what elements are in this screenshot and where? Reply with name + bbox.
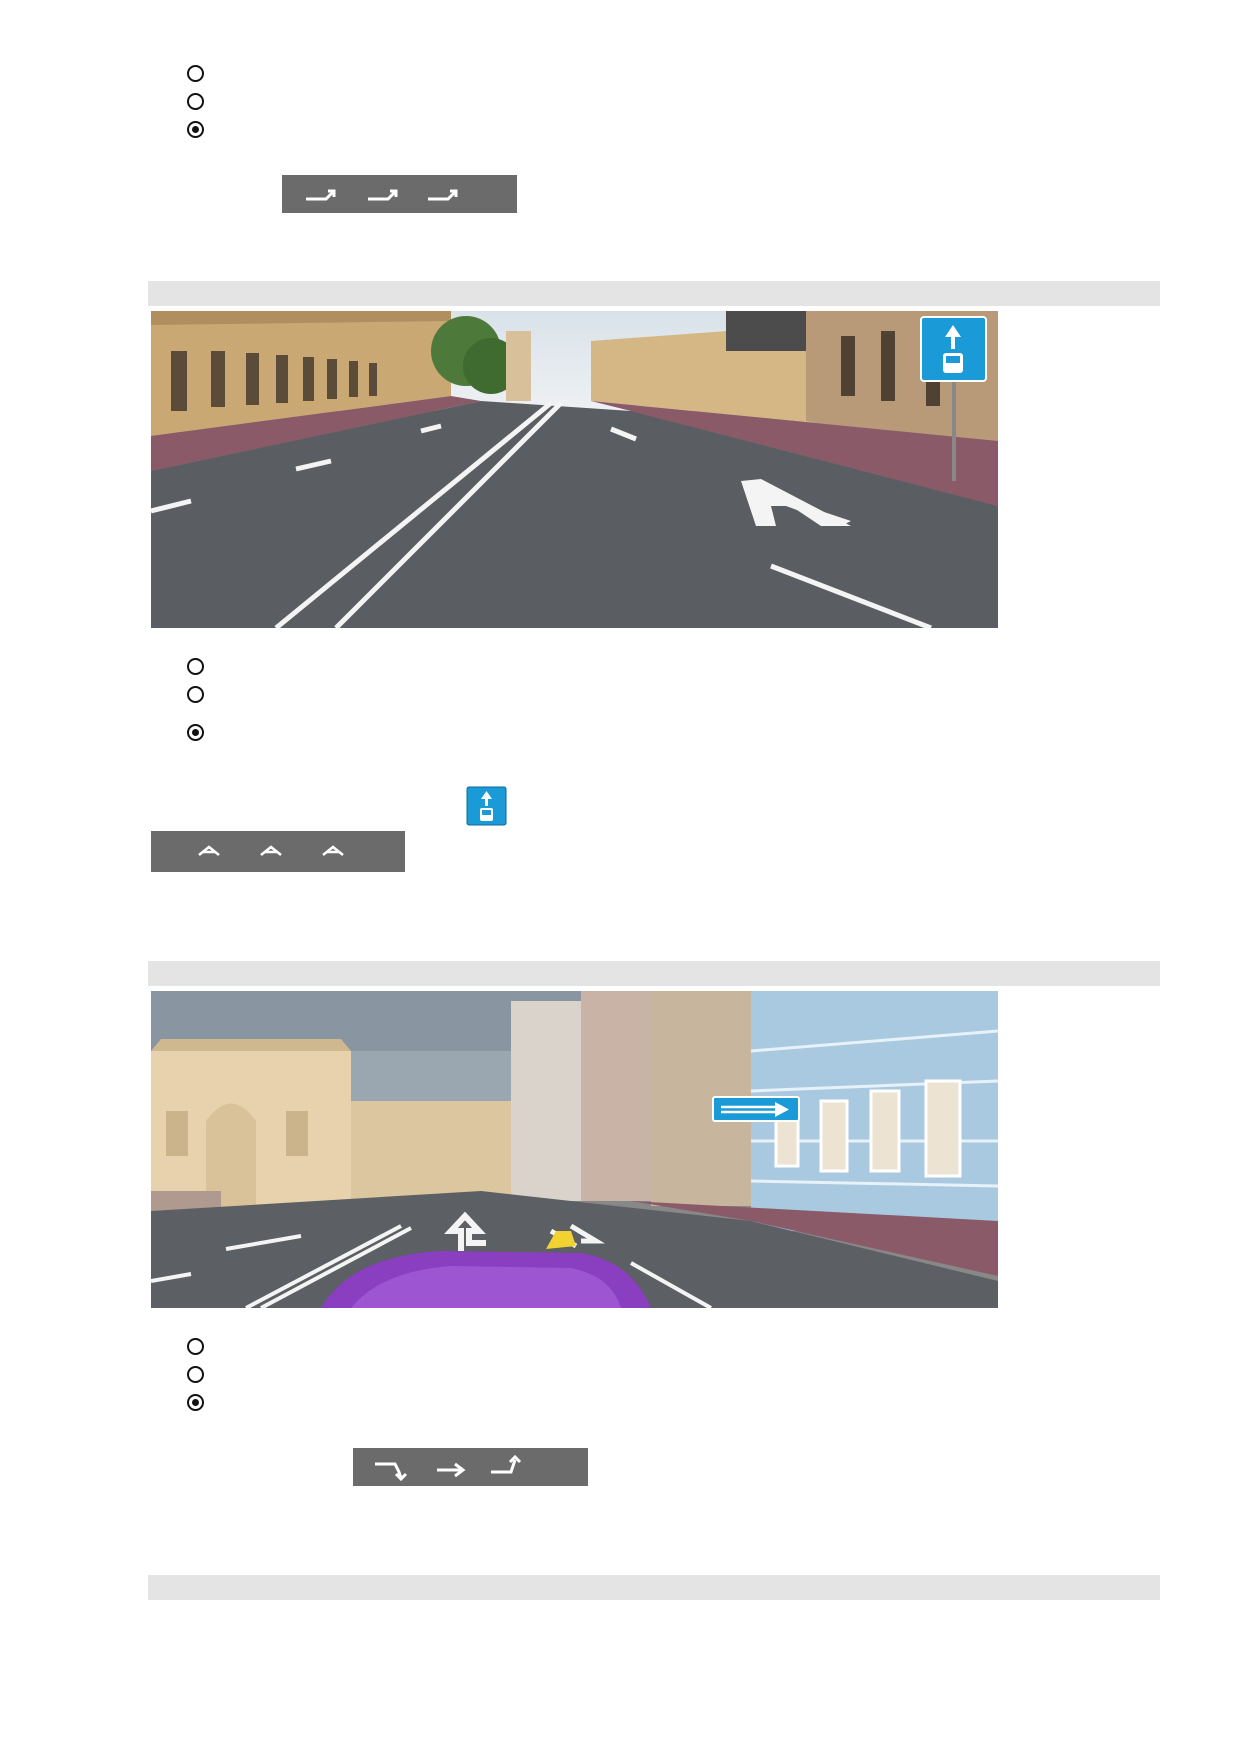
street-scene-illustration (151, 311, 998, 628)
option-radio-2-3[interactable] (187, 724, 204, 741)
question-image-intersection (151, 991, 998, 1308)
option-radio-3-3[interactable] (187, 1394, 204, 1411)
option-radio-2-2[interactable] (187, 686, 204, 703)
option-radio-1-3[interactable] (187, 121, 204, 138)
letter-a-marking-icon (198, 845, 344, 856)
intersection-scene-illustration (151, 991, 998, 1308)
bus-lane-sign-icon (466, 786, 507, 826)
option-radio-1-1[interactable] (187, 65, 204, 82)
bus-lane-sign-svg (466, 786, 507, 826)
question-separator-1 (148, 281, 1160, 306)
letter-a-marking-image (151, 831, 405, 872)
lane-shift-arrows-marking-icon (375, 1454, 522, 1482)
option-radio-3-1[interactable] (187, 1338, 204, 1355)
lane-shift-arrows-marking-image (353, 1448, 588, 1486)
question-image-street-bus-lane (151, 311, 998, 628)
question-separator-2 (148, 961, 1160, 986)
right-arrow-marking-icon (306, 189, 458, 201)
option-radio-1-2[interactable] (187, 93, 204, 110)
option-radio-3-2[interactable] (187, 1366, 204, 1383)
question-separator-3 (148, 1575, 1160, 1600)
lane-arrows-marking-image (282, 175, 517, 213)
option-radio-2-1[interactable] (187, 658, 204, 675)
